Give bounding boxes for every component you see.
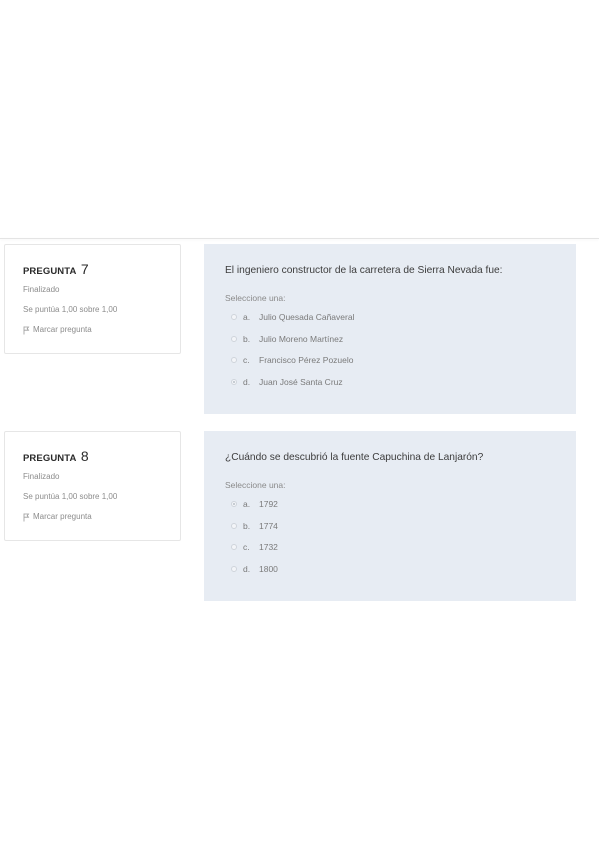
answer-text: Juan José Santa Cruz bbox=[259, 376, 343, 387]
radio-button[interactable] bbox=[231, 565, 237, 572]
answer-text: 1732 bbox=[259, 542, 278, 553]
question-state: Finalizado bbox=[23, 285, 60, 294]
answer-text: 1792 bbox=[259, 498, 278, 509]
answer-letter: a. bbox=[243, 311, 251, 322]
question-grade: Se puntúa 1,00 sobre 1,00 bbox=[23, 492, 118, 501]
answer-option-c[interactable]: c. Francisco Pérez Pozuelo bbox=[225, 349, 576, 371]
question-text: ¿Cuándo se descubrió la fuente Capuchina… bbox=[225, 452, 484, 463]
question-text: El ingeniero constructor de la carretera… bbox=[225, 265, 503, 276]
answer-option-c[interactable]: c. 1732 bbox=[225, 536, 576, 558]
answer-text: 1800 bbox=[259, 563, 278, 574]
answer-text: Francisco Pérez Pozuelo bbox=[259, 355, 354, 366]
radio-button[interactable] bbox=[231, 335, 237, 342]
answer-text: Julio Moreno Martínez bbox=[259, 333, 344, 344]
answer-letter: c. bbox=[243, 355, 250, 366]
question-grade: Se puntúa 1,00 sobre 1,00 bbox=[23, 305, 118, 314]
radio-button[interactable] bbox=[231, 357, 237, 364]
question-title: PREGUNTA 7 bbox=[23, 261, 180, 280]
radio-button-selected[interactable] bbox=[231, 378, 237, 385]
answer-letter: d. bbox=[243, 376, 251, 387]
radio-button[interactable] bbox=[231, 313, 237, 320]
answer-list: a. Julio Quesada Cañaveral b. Julio More… bbox=[225, 306, 576, 393]
answer-text: 1774 bbox=[259, 520, 278, 531]
flag-question-link[interactable]: Marcar pregunta bbox=[23, 511, 180, 523]
radio-button-selected[interactable] bbox=[231, 500, 237, 507]
answer-option-b[interactable]: b. 1774 bbox=[225, 515, 576, 537]
question-content-8: ¿Cuándo se descubrió la fuente Capuchina… bbox=[204, 431, 576, 601]
answer-option-a[interactable]: a. Julio Quesada Cañaveral bbox=[225, 306, 576, 328]
answer-option-d[interactable]: d. 1800 bbox=[225, 558, 576, 580]
flag-icon bbox=[23, 513, 30, 521]
page-divider bbox=[0, 238, 599, 239]
answer-prompt: Seleccione una: bbox=[225, 480, 286, 490]
flag-label: Marcar pregunta bbox=[33, 512, 92, 521]
answer-letter: a. bbox=[243, 498, 251, 509]
radio-button[interactable] bbox=[231, 522, 237, 529]
question-state: Finalizado bbox=[23, 472, 60, 481]
flag-question-link[interactable]: Marcar pregunta bbox=[23, 324, 180, 336]
question-info-7: PREGUNTA 7 Finalizado Se puntúa 1,00 sob… bbox=[4, 244, 181, 354]
answer-letter: b. bbox=[243, 333, 251, 344]
question-content-7: El ingeniero constructor de la carretera… bbox=[204, 244, 576, 414]
answer-option-a[interactable]: a. 1792 bbox=[225, 493, 576, 515]
flag-icon bbox=[23, 326, 30, 334]
answer-letter: c. bbox=[243, 542, 250, 553]
question-info-8: PREGUNTA 8 Finalizado Se puntúa 1,00 sob… bbox=[4, 431, 181, 541]
question-number: 8 bbox=[80, 448, 89, 464]
question-number: 7 bbox=[80, 261, 89, 277]
answer-list: a. 1792 b. 1774 c. 1732 d. 1800 bbox=[225, 493, 576, 580]
answer-prompt: Seleccione una: bbox=[225, 293, 286, 303]
question-label: PREGUNTA bbox=[23, 453, 77, 464]
flag-label: Marcar pregunta bbox=[33, 325, 92, 334]
radio-button[interactable] bbox=[231, 544, 237, 551]
answer-text: Julio Quesada Cañaveral bbox=[259, 311, 355, 322]
answer-letter: b. bbox=[243, 520, 251, 531]
answer-option-d[interactable]: d. Juan José Santa Cruz bbox=[225, 371, 576, 393]
answer-option-b[interactable]: b. Julio Moreno Martínez bbox=[225, 328, 576, 350]
answer-letter: d. bbox=[243, 563, 251, 574]
question-title: PREGUNTA 8 bbox=[23, 448, 180, 467]
question-label: PREGUNTA bbox=[23, 266, 77, 277]
